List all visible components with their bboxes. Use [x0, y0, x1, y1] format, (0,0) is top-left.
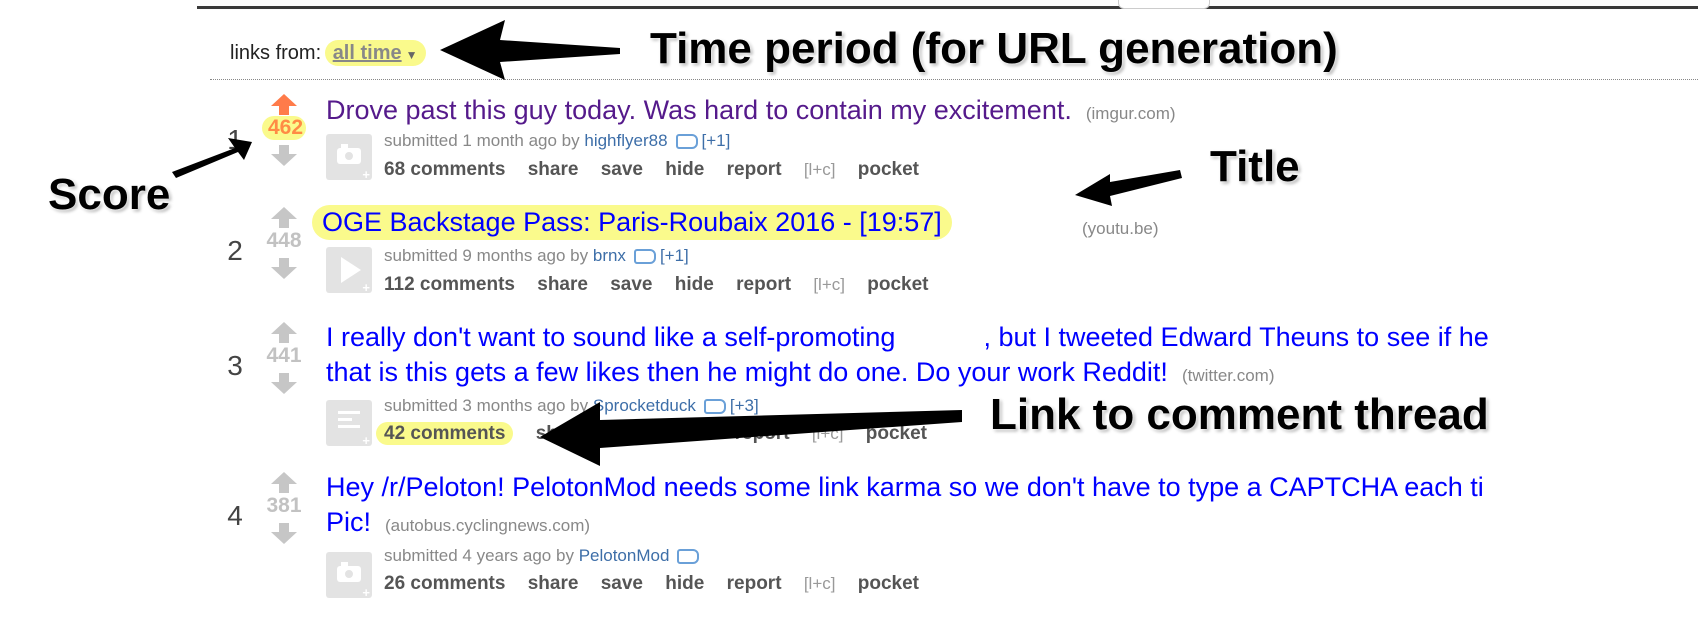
annotation-time-period: Time period (for URL generation) [650, 24, 1338, 73]
annotation-title: Title [1210, 142, 1300, 191]
annotation-score: Score [48, 170, 171, 219]
arrow-time-period [440, 20, 620, 80]
arrow-score [172, 138, 252, 178]
annotation-comment-link: Link to comment thread [990, 390, 1489, 439]
arrow-comment-link [540, 402, 962, 466]
arrow-title [1075, 170, 1182, 206]
annotation-arrows [172, 20, 1182, 466]
